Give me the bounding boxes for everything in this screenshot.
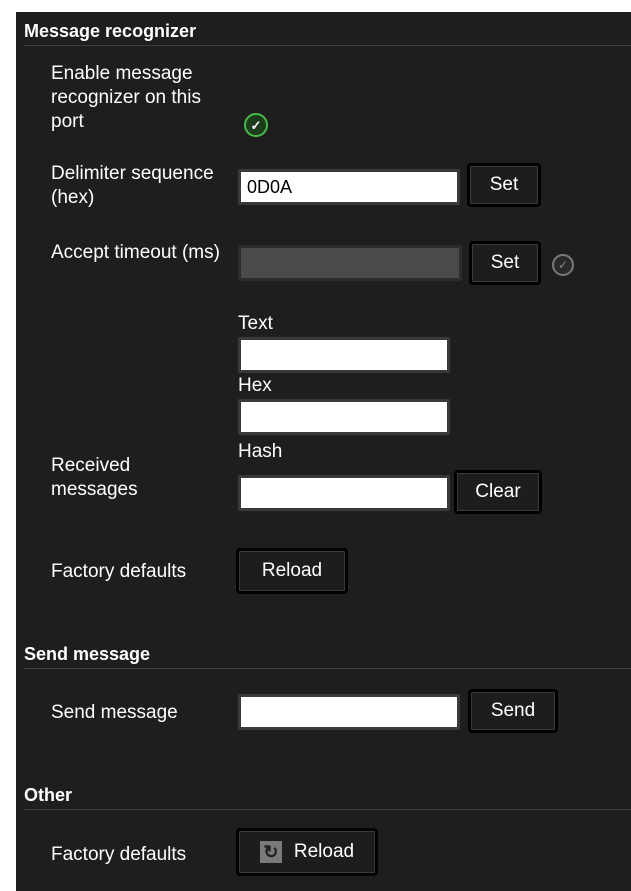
checkmark-icon: ✓ [250, 117, 262, 133]
accept-timeout-label: Accept timeout (ms) [51, 242, 220, 263]
factory-defaults-label: Factory defaults [51, 561, 187, 582]
received-text-field[interactable] [238, 337, 450, 373]
enable-recognizer-label: Enable message recognizer on this port [51, 63, 201, 132]
clear-button[interactable]: Clear [454, 470, 542, 514]
section-divider [24, 45, 631, 46]
section-title-message-recognizer: Message recognizer [24, 21, 197, 41]
delimiter-set-button[interactable]: Set [467, 163, 541, 207]
received-hash-field[interactable] [238, 475, 450, 511]
other-reload-label: Reload [293, 841, 355, 862]
send-button[interactable]: Send [468, 689, 558, 733]
section-title-other: Other [24, 785, 73, 805]
hash-label: Hash [238, 441, 283, 462]
send-message-input[interactable] [238, 694, 460, 730]
accept-timeout-set-button[interactable]: Set [469, 241, 541, 285]
section-title-send-message: Send message [24, 644, 151, 664]
hex-label: Hex [238, 375, 272, 396]
accept-timeout-checkbox[interactable]: ✓ [552, 254, 574, 276]
section-divider [24, 809, 631, 810]
send-message-label: Send message [51, 702, 178, 723]
enable-recognizer-checkbox[interactable]: ✓ [244, 113, 268, 137]
accept-timeout-input[interactable] [238, 245, 462, 281]
delimiter-sequence-label: Delimiter sequence (hex) [51, 163, 214, 208]
other-factory-defaults-label: Factory defaults [51, 844, 187, 865]
text-label: Text [238, 313, 273, 334]
received-hex-field[interactable] [238, 399, 450, 435]
other-reload-button[interactable]: ↻ Reload [236, 828, 378, 876]
recognizer-reload-button[interactable]: Reload [236, 548, 348, 594]
checkmark-icon: ✓ [557, 258, 569, 272]
refresh-icon: ↻ [259, 841, 282, 863]
received-messages-label: Received messages [51, 455, 138, 500]
section-divider [24, 668, 631, 669]
delimiter-sequence-input[interactable] [238, 169, 460, 205]
settings-panel: Message recognizer Enable message recogn… [16, 12, 631, 891]
